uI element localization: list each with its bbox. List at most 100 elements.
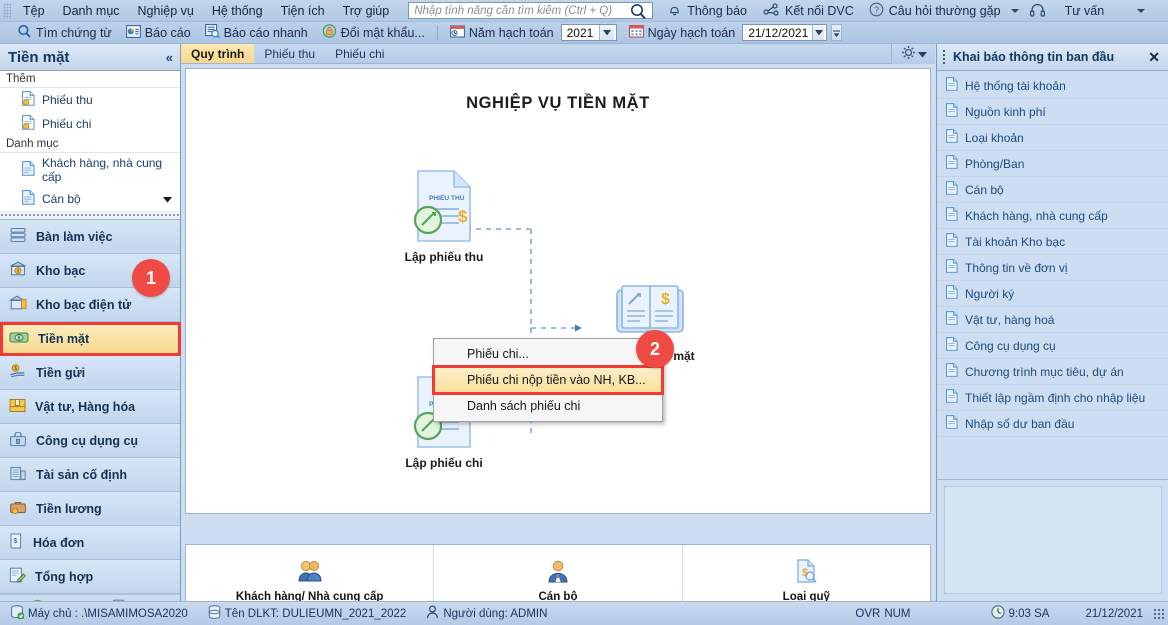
toolbar-overflow-button[interactable] (831, 24, 843, 41)
list-item[interactable]: Công cụ dụng cụ (937, 333, 1168, 359)
close-icon[interactable]: ✕ (1148, 49, 1160, 66)
find-voucher-label: Tìm chứng từ (36, 25, 112, 40)
sidebar-item-label: Tiền lương (36, 501, 102, 516)
window-resize-grip[interactable] (1153, 607, 1165, 620)
sidebar-item-label: Tài sản cố định (36, 467, 127, 482)
list-item[interactable]: Người ký (937, 281, 1168, 307)
status-time-label: 9:03 SA (1008, 607, 1050, 620)
chevron-down-icon[interactable] (598, 25, 614, 40)
consult-label[interactable]: Tư vấn (1063, 4, 1107, 18)
svg-text:?: ? (874, 5, 879, 15)
context-menu-item-danh-sach-phieu-chi[interactable]: Danh sách phiếu chi (434, 393, 662, 419)
list-item[interactable]: Khách hàng, nhà cung cấp (937, 203, 1168, 229)
svg-text:$: $ (661, 291, 670, 308)
menu-item-tro-giup[interactable]: Trợ giúp (334, 2, 399, 20)
menu-item-he-thong[interactable]: Hệ thống (203, 2, 272, 20)
status-database: Tên DLKT: DULIEUMN_2021_2022 (198, 605, 417, 622)
diagram-node-lap-phieu-thu[interactable]: PHIẾU THU $ Lập phiếu thu (384, 169, 504, 264)
sidebar-link-phieu-chi[interactable]: Phiếu chi (0, 112, 180, 136)
network-icon (762, 2, 780, 20)
status-bar: Máy chủ : .\MISAMIMOSA2020 Tên DLKT: DUL… (0, 601, 1168, 625)
quick-report-button[interactable]: Báo cáo nhanh (198, 23, 315, 42)
svg-text:$: $ (458, 207, 468, 226)
sidebar-item-vat-tu-hang-hoa[interactable]: Vật tư, Hàng hóa (0, 390, 180, 424)
tab-phieu-thu[interactable]: Phiếu thu (254, 44, 325, 63)
fiscal-year-select[interactable]: 2021 (560, 24, 617, 41)
tab-overflow-chevron-icon[interactable] (917, 47, 927, 61)
document-icon (946, 233, 958, 250)
database-icon (208, 605, 221, 622)
svg-text:$: $ (13, 538, 17, 545)
menu-item-tep[interactable]: Tệp (14, 2, 54, 20)
tab-settings-group (891, 44, 935, 64)
sidebar-resize-handle[interactable] (0, 211, 180, 220)
menu-item-tien-ich[interactable]: Tiện ích (272, 2, 334, 20)
list-item[interactable]: Cán bộ (937, 177, 1168, 203)
sidebar-link-phieu-thu[interactable]: Phiếu thu (0, 88, 180, 112)
list-item[interactable]: Nhập số dư ban đầu (937, 411, 1168, 437)
headset-icon (1029, 2, 1046, 20)
list-item[interactable]: Phòng/Ban (937, 151, 1168, 177)
change-password-button[interactable]: Đổi mật khẩu... (315, 23, 432, 42)
menu-item-danh-muc[interactable]: Danh mục (54, 2, 129, 20)
list-item[interactable]: Thiết lập ngầm định cho nhập liệu (937, 385, 1168, 411)
sidebar-item-hoa-don[interactable]: $ Hóa đơn (0, 526, 180, 560)
list-item[interactable]: Hệ thống tài khoản (937, 73, 1168, 99)
sidebar-item-tien-mat[interactable]: $ Tiền mặt (0, 322, 180, 356)
sidebar-item-ban-lam-viec[interactable]: Bàn làm việc (0, 220, 180, 254)
list-item[interactable]: Vật tư, hàng hoá (937, 307, 1168, 333)
toolbar: Tìm chứng từ Báo cáo Báo cáo nhanh Đổi m… (0, 22, 1168, 44)
change-password-label: Đổi mật khẩu... (340, 25, 425, 40)
chevron-down-icon[interactable] (812, 25, 825, 40)
expand-more-chevron-icon[interactable] (163, 192, 172, 206)
list-item[interactable]: Nguồn kinh phí (937, 99, 1168, 125)
tab-quy-trinh[interactable]: Quy trình (181, 44, 255, 63)
sidebar-item-tien-luong[interactable]: Tiền lương (0, 492, 180, 526)
callout-badge-1-number: 1 (145, 267, 156, 288)
faq-chevron-down-icon[interactable] (1010, 8, 1019, 13)
gear-icon[interactable] (901, 45, 916, 63)
faq-label[interactable]: Câu hỏi thường gặp (887, 4, 1003, 18)
list-item[interactable]: Tài khoản Kho bạc (937, 229, 1168, 255)
sidebar-link-can-bo[interactable]: Cán bộ (0, 187, 180, 211)
search-icon[interactable] (629, 3, 649, 23)
quick-report-icon (204, 24, 220, 41)
collapse-sidebar-button[interactable]: « (166, 50, 173, 65)
sidebar-item-tong-hop[interactable]: Tổng hợp (0, 560, 180, 594)
dvc-connection-label[interactable]: Kết nối DVC (783, 4, 856, 18)
find-voucher-button[interactable]: Tìm chứng từ (10, 23, 119, 43)
posting-date-input[interactable]: 21/12/2021 (742, 24, 828, 41)
sidebar-item-label: Kho bạc (36, 263, 86, 278)
clock-icon (990, 605, 1005, 622)
document-icon (946, 311, 958, 328)
right-panel-grip[interactable] (942, 49, 947, 65)
document-icon (946, 207, 958, 224)
context-menu-item-phieu-chi-nop-tien[interactable]: Phiếu chi nộp tiền vào NH, KB... (432, 365, 664, 395)
sidebar-item-tien-gui[interactable]: $ Tiền gửi (0, 356, 180, 390)
status-date: 21/12/2021 (1085, 607, 1143, 620)
sidebar-item-label: Kho bạc điện tử (36, 297, 132, 312)
customers-icon (297, 559, 323, 586)
menu-item-nghiep-vu[interactable]: Nghiệp vụ (129, 2, 203, 20)
sidebar-item-tai-san-co-dinh[interactable]: Tài sản cố định (0, 458, 180, 492)
list-item[interactable]: Loại khoản (937, 125, 1168, 151)
tab-phieu-chi[interactable]: Phiếu chi (325, 44, 394, 63)
posting-date-value: 21/12/2021 (748, 25, 809, 40)
user-icon (426, 605, 439, 622)
right-panel: Khai báo thông tin ban đầu ✕ Hệ thống tà… (936, 44, 1168, 601)
global-search-box[interactable]: Nhập tính năng cần tìm kiếm (Ctrl + Q) (408, 2, 654, 20)
sidebar-category-group: Khách hàng, nhà cung cấp Cán bộ (0, 153, 180, 211)
list-item-label: Cán bộ (965, 182, 1004, 197)
menu-grip (3, 2, 11, 19)
report-button[interactable]: Báo cáo (119, 24, 198, 42)
consult-chevron-down-icon[interactable] (1137, 8, 1146, 13)
sidebar-link-khach-hang[interactable]: Khách hàng, nhà cung cấp (0, 153, 180, 187)
list-item[interactable]: Thông tin về đơn vị (937, 255, 1168, 281)
status-ovr: OVR (855, 607, 881, 620)
list-item[interactable]: Chương trình mục tiêu, dự án (937, 359, 1168, 385)
context-menu-item-phieu-chi[interactable]: Phiếu chi... (434, 341, 662, 367)
notifications-label[interactable]: Thông báo (685, 4, 749, 18)
callout-badge-2: 2 (636, 330, 674, 368)
right-panel-footer (937, 479, 1168, 601)
sidebar-item-cong-cu-dung-cu[interactable]: Công cụ dụng cụ (0, 424, 180, 458)
